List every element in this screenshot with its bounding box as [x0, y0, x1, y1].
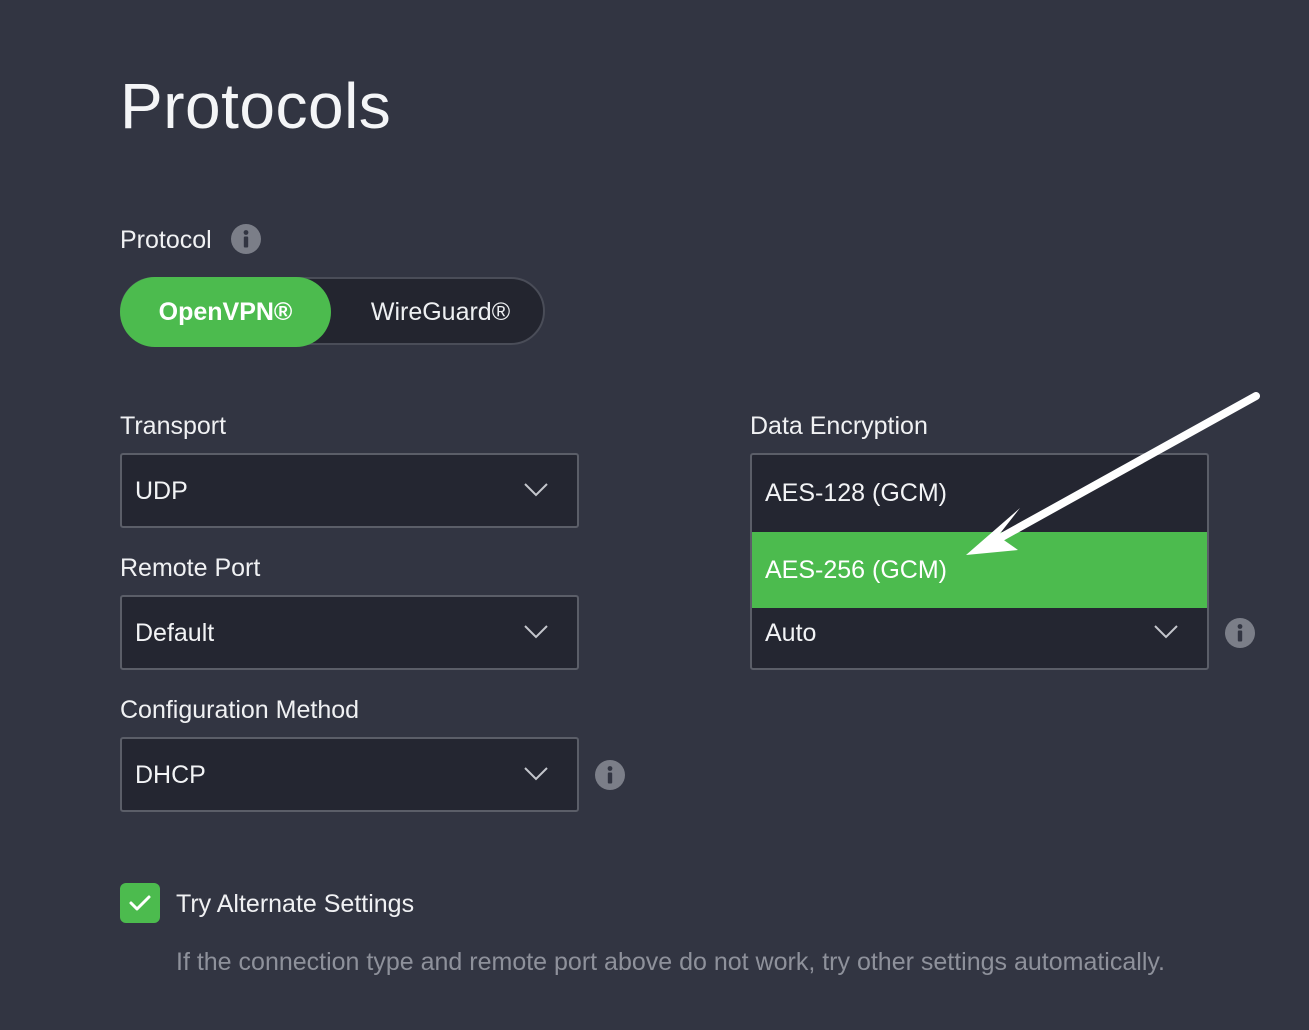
- chevron-down-icon: [523, 482, 549, 503]
- encryption-option-aes-128[interactable]: AES-128 (GCM): [752, 455, 1207, 531]
- chevron-down-icon: [523, 766, 549, 787]
- data-encryption-label: Data Encryption: [750, 412, 928, 440]
- alternate-settings-checkbox[interactable]: [120, 883, 160, 923]
- protocol-info-icon[interactable]: [231, 224, 261, 254]
- chevron-down-icon: [1153, 624, 1179, 645]
- protocol-label: Protocol: [120, 226, 212, 254]
- transport-select[interactable]: UDP: [120, 453, 579, 528]
- data-encryption-value: Auto: [765, 619, 817, 647]
- remote-port-select[interactable]: Default: [120, 595, 579, 670]
- data-encryption-dropdown: AES-128 (GCM) AES-256 (GCM): [750, 453, 1209, 608]
- remote-port-label: Remote Port: [120, 554, 261, 582]
- page-title: Protocols: [120, 70, 392, 142]
- transport-value: UDP: [135, 477, 188, 505]
- chevron-down-icon: [523, 624, 549, 645]
- configuration-method-info-icon[interactable]: [595, 760, 625, 790]
- protocol-toggle: OpenVPN® WireGuard®: [120, 277, 547, 347]
- configuration-method-value: DHCP: [135, 761, 206, 789]
- configuration-method-select[interactable]: DHCP: [120, 737, 579, 812]
- alternate-settings-help: If the connection type and remote port a…: [176, 948, 1165, 976]
- remote-port-value: Default: [135, 619, 215, 647]
- protocol-openvpn-option[interactable]: OpenVPN®: [120, 277, 331, 347]
- transport-label: Transport: [120, 412, 227, 440]
- protocol-wireguard-option[interactable]: WireGuard®: [334, 277, 547, 347]
- data-encryption-info-icon[interactable]: [1225, 618, 1255, 648]
- alternate-settings-label: Try Alternate Settings: [176, 890, 415, 918]
- checkmark-icon: [129, 895, 151, 911]
- configuration-method-label: Configuration Method: [120, 696, 360, 724]
- encryption-option-aes-256[interactable]: AES-256 (GCM): [752, 532, 1207, 608]
